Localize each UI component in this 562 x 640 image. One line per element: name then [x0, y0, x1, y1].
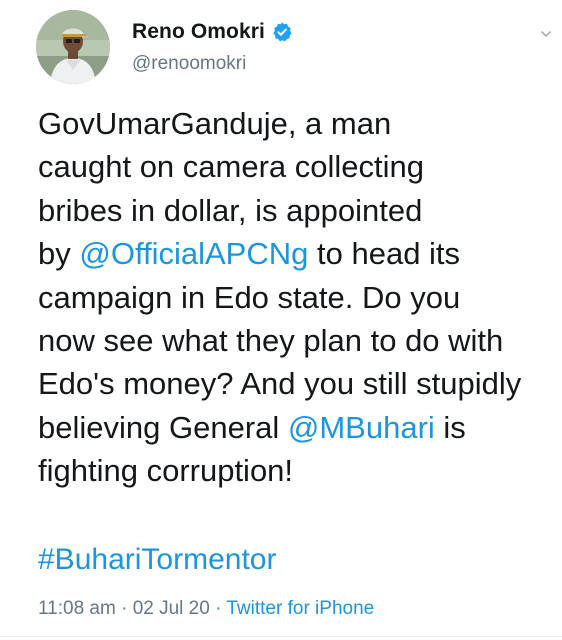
hashtag-link[interactable]: #BuhariTormentor	[38, 543, 276, 577]
meta-separator: ·	[209, 598, 227, 619]
tweet-text-line: Edo's money? And you still stupidly	[38, 366, 522, 402]
tweet-card: Reno Omokri @renoomokri GovUmarGanduje, …	[0, 0, 562, 640]
tweet-text-line: GovUmarGanduje, a man	[38, 106, 392, 141]
verified-badge-icon	[271, 21, 293, 43]
tweet-text-line: by @OfficialAPCNg to head its	[38, 236, 461, 272]
display-name[interactable]: Reno Omokri	[132, 20, 265, 44]
tweet-meta: 11:08 am · 02 Jul 20 · Twitter for iPhon…	[38, 598, 374, 620]
chevron-down-icon[interactable]	[540, 26, 552, 37]
mention-link-mbuhari[interactable]: @MBuhari	[288, 410, 435, 445]
tweet-time[interactable]: 11:08 am	[38, 598, 116, 619]
author-block: Reno Omokri @renoomokri	[132, 20, 293, 75]
tweet-source-link[interactable]: Twitter for iPhone	[226, 598, 374, 619]
tweet-text-line: now see what they plan to do with	[38, 322, 504, 358]
avatar[interactable]	[36, 10, 110, 84]
tweet-text-line: believing General @MBuhari is	[38, 409, 466, 445]
profile-photo	[36, 10, 110, 84]
name-row: Reno Omokri	[132, 20, 293, 44]
tweet-text-line: bribes in dollar, is appointed	[38, 192, 423, 228]
divider	[0, 636, 562, 637]
tweet-date[interactable]: 02 Jul 20	[133, 598, 210, 619]
meta-separator: ·	[115, 598, 133, 619]
tweet-text-line: caught on camera collecting	[38, 149, 425, 185]
tweet-text-line: fighting corruption!	[38, 453, 294, 489]
mention-link-officialapcng[interactable]: @OfficialAPCNg	[79, 236, 308, 271]
tweet-text: GovUmarGanduje, a man caught on camera c…	[38, 102, 562, 493]
tweet-text-line: campaign in Edo state. Do you	[38, 279, 461, 315]
user-handle[interactable]: @renoomokri	[132, 53, 293, 75]
